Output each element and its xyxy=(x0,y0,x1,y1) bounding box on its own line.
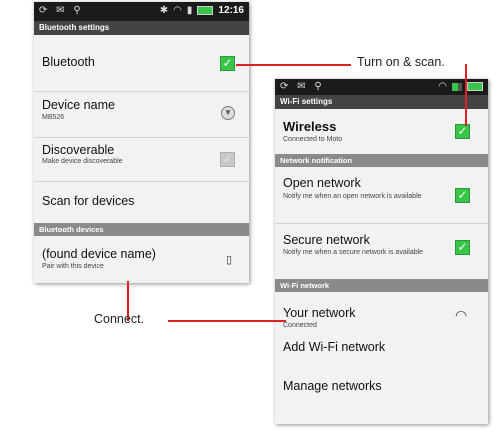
secure-network-checkbox[interactable]: ✓ xyxy=(455,240,470,255)
row-subtitle: Notify me when a secure network is avail… xyxy=(283,249,424,256)
row-title: Discoverable xyxy=(42,143,115,157)
wifi-settings-screen: ⟳ ✉ ⚲ ◠ Wi-Fi settings Wireless Connecte… xyxy=(275,79,488,424)
callout-turn-on-scan: Turn on & scan. xyxy=(357,55,445,69)
status-bar: ⟳ ✉ ⚲ ◠ xyxy=(275,79,488,95)
wifi-signal-icon: ◠ xyxy=(455,307,468,323)
battery-icon xyxy=(197,6,214,15)
scan-for-devices-row[interactable]: Scan for devices xyxy=(34,182,249,223)
callout-connect: Connect. xyxy=(94,312,145,326)
notification-icons: ⟳ ✉ ⚲ xyxy=(280,81,325,92)
row-title: Scan for devices xyxy=(42,194,135,208)
manage-networks-row[interactable]: Manage networks xyxy=(275,366,488,402)
callout-line-connect xyxy=(168,320,286,322)
row-title: Add Wi-Fi network xyxy=(283,340,386,354)
section-header-bluetooth-devices: Bluetooth devices xyxy=(34,223,249,236)
row-subtitle: Make device discoverable xyxy=(42,158,123,165)
battery-icon xyxy=(467,82,483,91)
row-title: Your network xyxy=(283,306,356,320)
row-title: Secure network xyxy=(283,233,370,247)
discoverable-row[interactable]: Discoverable Make device discoverable ✓ xyxy=(34,138,249,182)
page-title: Bluetooth settings xyxy=(34,21,249,35)
row-title: Open network xyxy=(283,176,361,190)
row-title: (found device name) xyxy=(42,247,156,261)
status-bar: ⟳ ✉ ⚲ ✱ ◠ ▮ 12:16 xyxy=(34,2,249,21)
wireless-checkbox[interactable]: ✓ xyxy=(455,124,470,139)
secure-network-row[interactable]: Secure network Notify me when a secure n… xyxy=(275,224,488,277)
dropdown-icon[interactable]: ▼ xyxy=(221,106,235,120)
row-title: Device name xyxy=(42,98,115,112)
section-header-network-notification: Network notification xyxy=(275,154,488,167)
callout-line-turn-on xyxy=(236,64,351,66)
row-subtitle: Connected to Moto xyxy=(283,136,343,143)
row-subtitle: Notify me when an open network is availa… xyxy=(283,193,422,200)
open-network-checkbox[interactable]: ✓ xyxy=(455,188,470,203)
bluetooth-settings-screen: ⟳ ✉ ⚲ ✱ ◠ ▮ 12:16 Bluetooth settings Blu… xyxy=(34,2,249,283)
wireless-toggle-row[interactable]: Wireless Connected to Moto ✓ xyxy=(275,109,488,154)
phone-icon: ▯ xyxy=(226,254,233,266)
wifi-icon: ◠ xyxy=(438,81,447,92)
wifi-icon: ◠ xyxy=(173,5,182,16)
status-icons: ✱ ◠ ▮ 12:16 xyxy=(160,5,244,16)
add-wifi-network-row[interactable]: Add Wi-Fi network xyxy=(275,332,488,362)
bluetooth-checkbox[interactable]: ✓ xyxy=(220,56,235,71)
section-header-wifi-network: Wi-Fi network xyxy=(275,279,488,292)
bluetooth-icon: ✱ xyxy=(159,5,169,16)
bluetooth-toggle-row[interactable]: Bluetooth ✓ xyxy=(34,35,249,92)
row-title: Bluetooth xyxy=(42,55,95,69)
clock: 12:16 xyxy=(218,5,244,16)
found-device-row[interactable]: (found device name) Pair with this devic… xyxy=(34,236,249,283)
row-title: Manage networks xyxy=(283,379,382,393)
row-title: Wireless xyxy=(283,119,337,134)
page-title: Wi-Fi settings xyxy=(275,95,488,109)
callout-line-turn-on-vertical xyxy=(465,64,467,126)
discoverable-checkbox[interactable]: ✓ xyxy=(220,152,235,167)
open-network-row[interactable]: Open network Notify me when an open netw… xyxy=(275,167,488,224)
your-network-row[interactable]: Your network Connected ◠ xyxy=(275,292,488,332)
notification-icons: ⟳ ✉ ⚲ xyxy=(39,5,84,16)
device-name-row[interactable]: Device name MB526 ▼ xyxy=(34,92,249,138)
status-icons: ◠ xyxy=(438,81,483,92)
signal-icon: ▮ xyxy=(186,5,193,16)
signal-icon xyxy=(452,82,462,91)
row-subtitle: Connected xyxy=(283,322,317,329)
row-subtitle: MB526 xyxy=(42,114,65,121)
row-subtitle: Pair with this device xyxy=(42,263,104,270)
